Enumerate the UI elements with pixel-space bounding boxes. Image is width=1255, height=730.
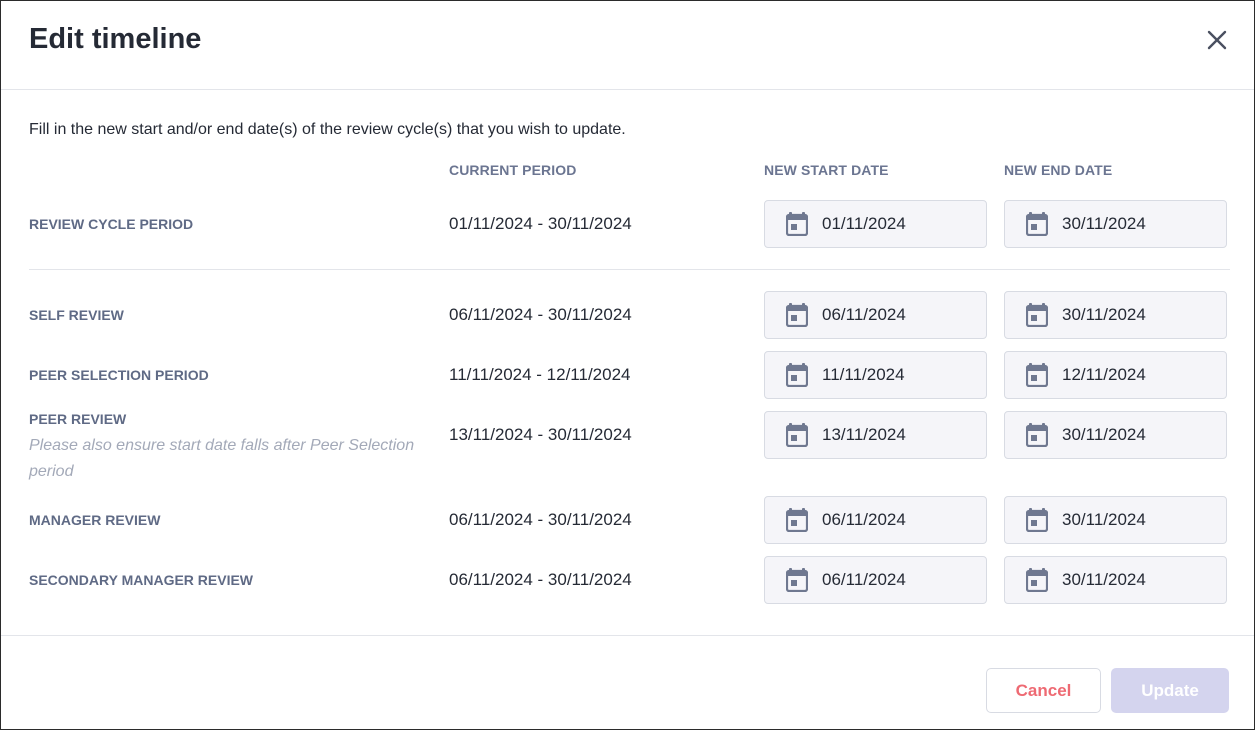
date-value: 11/11/2024 (822, 365, 905, 384)
new-start-date-input[interactable]: 11/11/2024 (764, 351, 987, 399)
date-value: 06/11/2024 (822, 510, 906, 529)
current-period-value: 11/11/2024 - 12/11/2024 (449, 365, 631, 384)
new-start-date-input[interactable]: 06/11/2024 (764, 291, 987, 339)
date-value: 30/11/2024 (1062, 425, 1146, 444)
date-value: 12/11/2024 (1062, 365, 1146, 384)
calendar-icon-svg (1026, 508, 1048, 532)
calendar-icon-svg (1026, 423, 1048, 447)
dialog-footer: Cancel Update (1, 635, 1254, 729)
close-icon (1207, 30, 1227, 50)
new-end-date-input[interactable]: 12/11/2024 (1004, 351, 1227, 399)
current-period-value: 06/11/2024 - 30/11/2024 (449, 510, 632, 529)
row-label: REVIEW CYCLE PERIOD (29, 216, 194, 232)
calendar-icon-svg (786, 423, 808, 447)
new-start-date-input[interactable]: 06/11/2024 (764, 556, 987, 604)
current-period-value: 06/11/2024 - 30/11/2024 (449, 305, 632, 324)
new-end-date-input[interactable]: 30/11/2024 (1004, 496, 1227, 544)
instructions-text: Fill in the new start and/or end date(s)… (29, 121, 626, 138)
dialog-title: Edit timeline (29, 23, 202, 55)
calendar-icon-svg (1026, 568, 1048, 592)
date-value: 06/11/2024 (822, 570, 906, 589)
date-value: 30/11/2024 (1062, 510, 1146, 529)
dialog-header: Edit timeline (1, 1, 1254, 90)
row-label: MANAGER REVIEW (29, 512, 161, 528)
calendar-icon-svg (786, 568, 808, 592)
new-end-date-input[interactable]: 30/11/2024 (1004, 556, 1227, 604)
calendar-icon-svg (786, 212, 808, 236)
date-value: 01/11/2024 (822, 214, 906, 233)
current-period-value: 01/11/2024 - 30/11/2024 (449, 214, 632, 233)
calendar-icon[interactable] (1026, 303, 1048, 327)
row-label: PEER REVIEW (29, 411, 127, 427)
calendar-icon-svg (786, 303, 808, 327)
calendar-icon[interactable] (1026, 423, 1048, 447)
calendar-icon[interactable] (786, 568, 808, 592)
row-note: Please also ensure start date falls afte… (29, 437, 415, 480)
edit-timeline-dialog: Edit timeline Fill in the new start and/… (0, 0, 1255, 730)
current-period-value: 13/11/2024 - 30/11/2024 (449, 425, 632, 444)
update-button[interactable]: Update (1111, 668, 1229, 713)
row-label: SELF REVIEW (29, 307, 124, 323)
calendar-icon[interactable] (786, 363, 808, 387)
new-end-date-input[interactable]: 30/11/2024 (1004, 200, 1227, 248)
divider (29, 269, 1230, 270)
date-value: 30/11/2024 (1062, 570, 1146, 589)
calendar-icon[interactable] (786, 212, 808, 236)
date-value: 30/11/2024 (1062, 305, 1146, 324)
new-start-date-header: NEW START DATE (764, 162, 889, 178)
close-button[interactable] (1204, 27, 1230, 53)
new-end-date-input[interactable]: 30/11/2024 (1004, 411, 1227, 459)
calendar-icon[interactable] (1026, 363, 1048, 387)
new-end-date-header: NEW END DATE (1004, 162, 1113, 178)
calendar-icon[interactable] (786, 508, 808, 532)
current-period-value: 06/11/2024 - 30/11/2024 (449, 570, 632, 589)
calendar-icon[interactable] (1026, 508, 1048, 532)
new-start-date-input[interactable]: 01/11/2024 (764, 200, 987, 248)
calendar-icon-svg (786, 508, 808, 532)
row-label: PEER SELECTION PERIOD (29, 367, 209, 383)
date-value: 13/11/2024 (822, 425, 906, 444)
date-value: 30/11/2024 (1062, 214, 1146, 233)
calendar-icon[interactable] (786, 423, 808, 447)
new-start-date-input[interactable]: 06/11/2024 (764, 496, 987, 544)
new-end-date-input[interactable]: 30/11/2024 (1004, 291, 1227, 339)
calendar-icon[interactable] (1026, 212, 1048, 236)
calendar-icon[interactable] (786, 303, 808, 327)
calendar-icon-svg (1026, 363, 1048, 387)
cancel-button[interactable]: Cancel (986, 668, 1101, 713)
new-start-date-input[interactable]: 13/11/2024 (764, 411, 987, 459)
calendar-icon-svg (786, 363, 808, 387)
date-value: 06/11/2024 (822, 305, 906, 324)
calendar-icon-svg (1026, 303, 1048, 327)
calendar-icon-svg (1026, 212, 1048, 236)
row-label: SECONDARY MANAGER REVIEW (29, 572, 254, 588)
current-period-header: CURRENT PERIOD (449, 162, 577, 178)
calendar-icon[interactable] (1026, 568, 1048, 592)
